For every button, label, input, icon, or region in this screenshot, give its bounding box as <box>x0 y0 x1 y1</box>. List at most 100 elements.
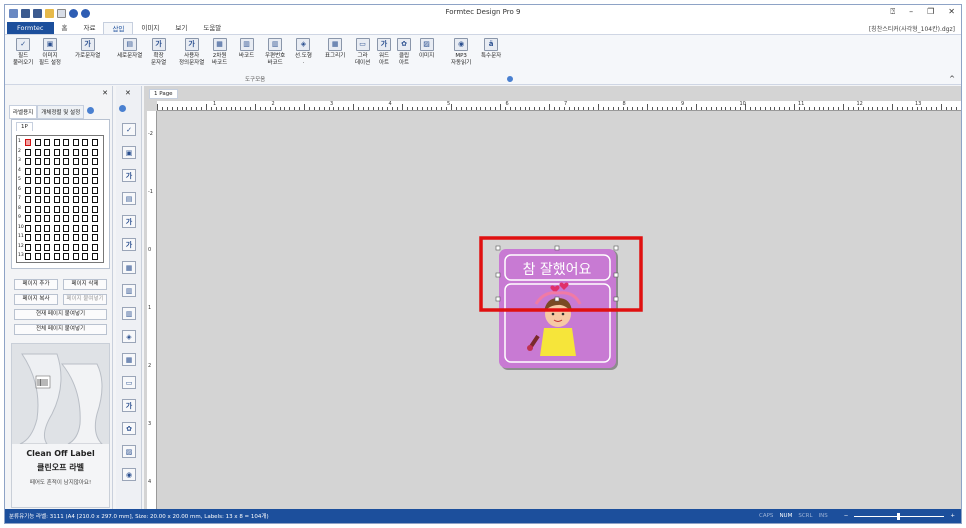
label-cell[interactable] <box>63 205 69 213</box>
label-cell[interactable] <box>82 215 88 222</box>
label-cell[interactable] <box>34 148 41 156</box>
ribbon-button-10[interactable]: ▦ 표그리기 <box>325 38 345 60</box>
design-canvas[interactable]: 참 잘했어요 <box>144 86 962 510</box>
label-cell[interactable] <box>72 186 79 194</box>
restore-button[interactable]: ❐ <box>927 7 934 17</box>
label-cell[interactable] <box>72 139 79 146</box>
label-cell[interactable] <box>44 196 50 203</box>
label-cell[interactable] <box>25 215 31 222</box>
ribbon-button-1[interactable]: ▣ 이미지 필드 설정 <box>39 38 61 66</box>
label-cell[interactable] <box>82 196 88 203</box>
tool-shape-icon[interactable]: ◈ <box>122 330 136 343</box>
ribbon-button-16[interactable]: ä 특수문자 <box>481 38 501 60</box>
label-cell[interactable] <box>44 215 50 222</box>
tool-mp3-icon[interactable]: ◉ <box>122 468 136 481</box>
copy-page-button[interactable]: 페이지 복사 <box>14 294 58 305</box>
label-cell[interactable] <box>72 253 79 260</box>
ribbon-button-11[interactable]: ▭ 그라 데이션 <box>355 38 370 66</box>
label-cell[interactable] <box>53 186 60 194</box>
ribbon-button-13[interactable]: ✿ 클립 아트 <box>397 38 411 66</box>
tool-image-field-icon[interactable]: ▣ <box>122 146 136 159</box>
label-cell[interactable] <box>91 167 98 175</box>
label-cell[interactable] <box>82 224 88 232</box>
label-cell[interactable] <box>44 148 50 156</box>
label-cell[interactable] <box>34 186 41 194</box>
label-cell[interactable] <box>63 224 69 232</box>
ribbon-button-12[interactable]: 가 워드 아트 <box>377 38 391 66</box>
label-cell[interactable] <box>44 234 50 241</box>
label-cell[interactable] <box>34 167 41 175</box>
label-cell[interactable] <box>63 196 69 203</box>
label-cell[interactable] <box>34 215 41 222</box>
label-cell[interactable] <box>53 243 60 251</box>
label-cell[interactable] <box>82 139 88 146</box>
tool-check-field-icon[interactable]: ✓ <box>122 123 136 136</box>
label-cell[interactable] <box>72 243 79 251</box>
tab-5[interactable]: 보기 <box>167 22 195 34</box>
label-cell[interactable] <box>53 215 60 222</box>
label-cell[interactable] <box>34 224 41 232</box>
label-cell[interactable] <box>82 205 88 213</box>
label-cell[interactable] <box>53 139 60 146</box>
label-cell[interactable] <box>53 177 60 184</box>
ribbon-button-3[interactable]: ▤ 세로문자열 <box>117 38 142 60</box>
panel-info-icon[interactable] <box>87 107 95 114</box>
paste-all-pages-button[interactable]: 전체 페이지 붙여넣기 <box>14 324 107 335</box>
label-cell[interactable] <box>25 139 31 146</box>
tool-qr-code-icon[interactable]: ▦ <box>122 261 136 274</box>
label-cell[interactable] <box>91 148 98 156</box>
tab-4[interactable]: 이미지 <box>133 22 167 34</box>
help-icon[interactable]: ⍰ <box>890 7 895 17</box>
label-cell[interactable] <box>63 186 69 194</box>
label-cell[interactable] <box>91 177 98 184</box>
zoom-out-button[interactable]: − <box>844 513 849 519</box>
tool-extended-text-icon[interactable]: 가 <box>122 215 136 228</box>
label-cell[interactable] <box>63 158 69 165</box>
label-cell[interactable] <box>44 243 50 251</box>
label-cell[interactable] <box>44 253 50 260</box>
ribbon-button-5[interactable]: 가 사용자 정의문자열 <box>179 38 204 66</box>
delete-page-button[interactable]: 페이지 삭제 <box>63 279 107 290</box>
collapse-ribbon-icon[interactable]: ^ <box>949 75 955 83</box>
clean-off-label-ad[interactable]: Clean Off Label 클린오프 라벨 떼어도 흔적이 남지않아요! <box>11 343 110 508</box>
label-cell[interactable] <box>53 148 60 156</box>
label-cell[interactable] <box>25 177 31 184</box>
label-cell[interactable] <box>53 167 60 175</box>
label-cell[interactable] <box>25 196 31 203</box>
page-tab-1p[interactable]: 1P <box>16 122 33 131</box>
toolbox-info-icon[interactable] <box>119 105 126 112</box>
label-cell[interactable] <box>63 234 69 241</box>
tool-table-icon[interactable]: ▦ <box>122 353 136 366</box>
label-cell[interactable] <box>44 186 50 194</box>
paste-current-page-button[interactable]: 현재 페이지 붙여넣기 <box>14 309 107 320</box>
tool-postal-barcode-icon[interactable]: ▥ <box>122 307 136 320</box>
minimize-button[interactable]: – <box>909 7 913 17</box>
tool-image-icon[interactable]: ▨ <box>122 445 136 458</box>
label-cell[interactable] <box>53 224 60 232</box>
tab-6[interactable]: 도움말 <box>195 22 229 34</box>
label-cell[interactable] <box>53 196 60 203</box>
ribbon-button-4[interactable]: 가 확장 문자열 <box>151 38 166 66</box>
label-cell[interactable] <box>25 243 31 251</box>
ribbon-button-2[interactable]: 가 가로문자열 <box>75 38 100 60</box>
tab-2[interactable]: 자료 <box>75 22 103 34</box>
label-cell[interactable] <box>53 234 60 241</box>
ribbon-button-7[interactable]: ▥ 바코드 <box>239 38 254 60</box>
tool-clipart-icon[interactable]: ✿ <box>122 422 136 435</box>
label-cell[interactable] <box>82 234 88 241</box>
label-cell[interactable] <box>25 186 31 194</box>
ribbon-button-8[interactable]: ▥ 우편번호 바코드 <box>265 38 285 66</box>
label-cell[interactable] <box>72 167 79 175</box>
label-cell[interactable] <box>72 205 79 213</box>
label-cell[interactable] <box>82 177 88 184</box>
panel-close-icon[interactable]: ✕ <box>102 89 108 97</box>
label-grid[interactable]: 1 2 3 4 5 6 7 8 9 10 11 12 13 <box>16 135 104 263</box>
label-cell[interactable] <box>44 139 50 146</box>
tab-label-paper[interactable]: 라벨용지 <box>9 105 38 119</box>
paste-page-button[interactable]: 페이지 붙여넣기 <box>63 294 107 305</box>
add-page-button[interactable]: 페이지 추가 <box>14 279 58 290</box>
label-cell[interactable] <box>91 224 98 232</box>
label-cell[interactable] <box>82 253 88 260</box>
label-cell[interactable] <box>72 158 79 165</box>
sticker-text[interactable]: 참 잘했어요 <box>523 262 592 278</box>
